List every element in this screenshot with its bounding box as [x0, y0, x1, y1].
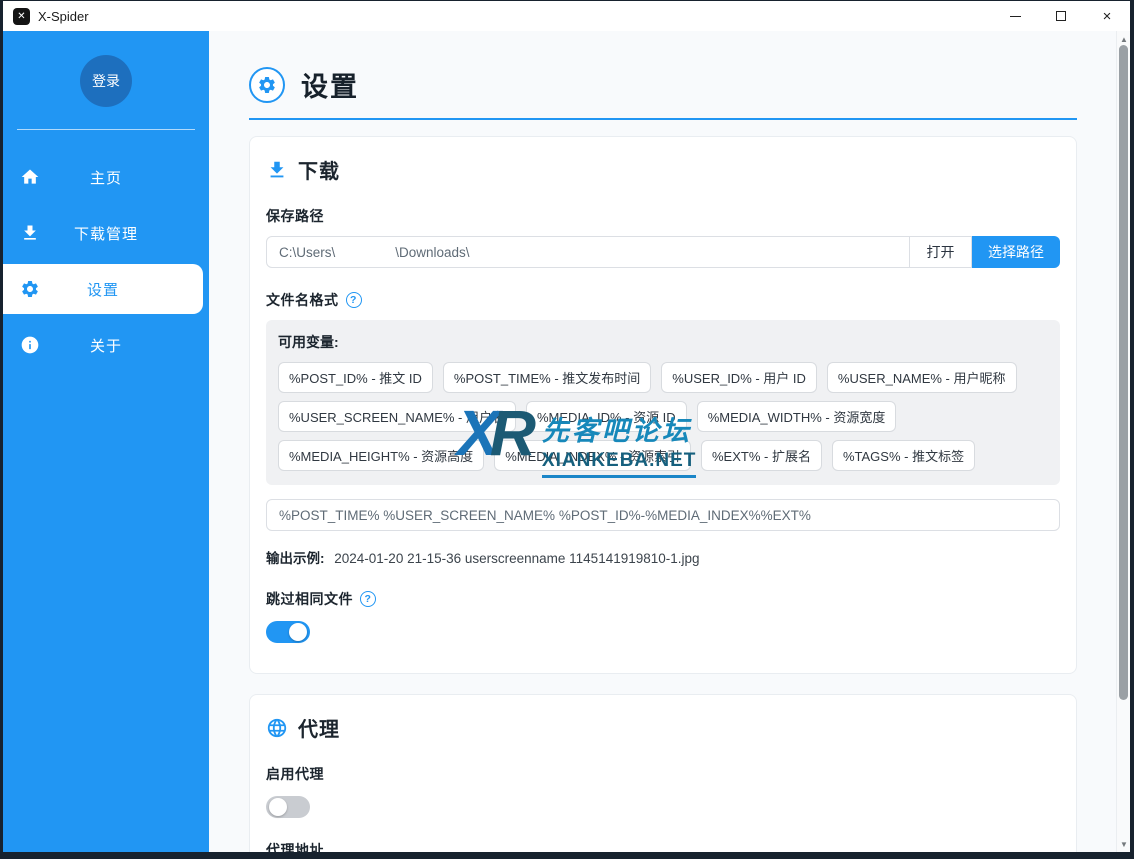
sidebar-item-about[interactable]: 关于 [3, 320, 209, 370]
window-controls: × [992, 1, 1130, 31]
login-label: 登录 [92, 73, 120, 89]
sidebar: 登录 主页 下载管理 设置 关于 [3, 31, 209, 852]
sidebar-divider [17, 129, 195, 130]
maximize-icon [1056, 11, 1066, 21]
app-window: ✕ X-Spider × 登录 主页 下载管理 设置 关于 设置 下载 保存路径… [3, 1, 1130, 852]
proxy-card: 代理 启用代理 代理地址 http://127.0.0.1:7890 [249, 694, 1077, 852]
info-icon [20, 335, 40, 355]
login-avatar[interactable]: 登录 [80, 55, 132, 107]
variable-chip[interactable]: %MEDIA_INDEX% - 资源索引 [494, 440, 691, 471]
filename-format-input[interactable]: %POST_TIME% %USER_SCREEN_NAME% %POST_ID%… [266, 499, 1060, 531]
page-title: 设置 [301, 72, 359, 102]
download-icon [20, 223, 40, 243]
close-button[interactable]: × [1084, 1, 1130, 31]
filename-format-label: 文件名格式 ? [266, 290, 1060, 310]
proxy-section-title: 代理 [266, 713, 1060, 742]
variable-chip[interactable]: %USER_NAME% - 用户昵称 [826, 362, 1017, 393]
page-header: 设置 [249, 65, 1077, 104]
close-icon: × [1102, 7, 1112, 25]
download-icon [270, 161, 284, 177]
sidebar-item-home[interactable]: 主页 [3, 152, 209, 202]
variables-panel: 可用变量: %POST_ID% - 推文 ID %POST_TIME% - 推文… [266, 320, 1060, 485]
minimize-button[interactable] [992, 1, 1038, 31]
variable-chip[interactable]: %POST_TIME% - 推文发布时间 [442, 362, 652, 393]
enable-proxy-label: 启用代理 [266, 766, 324, 782]
gear-icon [20, 279, 40, 299]
home-icon [20, 167, 40, 187]
variable-chip[interactable]: %USER_ID% - 用户 ID [661, 362, 817, 393]
help-icon[interactable]: ? [360, 591, 376, 607]
proxy-address-label: 代理地址 [266, 842, 324, 852]
variable-chip[interactable]: %MEDIA_WIDTH% - 资源宽度 [696, 401, 897, 432]
variables-label: 可用变量: [278, 334, 339, 350]
skip-same-label: 跳过相同文件 ? [266, 589, 1060, 609]
scroll-down-arrow-icon[interactable]: ▼ [1117, 837, 1131, 851]
variable-chip[interactable]: %POST_ID% - 推文 ID [278, 362, 433, 393]
window-title: X-Spider [38, 8, 89, 24]
skip-same-toggle[interactable] [266, 621, 310, 643]
header-divider [249, 118, 1077, 120]
output-example-value: 2024-01-20 21-15-36 userscreenname 11451… [334, 551, 700, 566]
variable-chip[interactable]: %TAGS% - 推文标签 [831, 440, 976, 471]
sidebar-nav: 主页 下载管理 设置 关于 [3, 152, 209, 370]
main-panel: 设置 下载 保存路径 C:\Users\ \Downloads\ 打开 选择路径… [209, 31, 1130, 852]
scroll-up-arrow-icon[interactable]: ▲ [1117, 32, 1131, 46]
minimize-icon [1009, 15, 1021, 17]
download-card: 下载 保存路径 C:\Users\ \Downloads\ 打开 选择路径 文件… [249, 136, 1077, 674]
sidebar-item-settings[interactable]: 设置 [3, 264, 203, 314]
sidebar-item-download-manager[interactable]: 下载管理 [3, 208, 209, 258]
output-example-label: 输出示例: [266, 551, 325, 566]
variable-chip[interactable]: %USER_SCREEN_NAME% - 用户名 [278, 401, 516, 432]
toggle-knob [269, 798, 287, 816]
scrollbar-thumb[interactable] [1119, 45, 1128, 700]
variable-chip[interactable]: %MEDIA_HEIGHT% - 资源高度 [278, 440, 485, 471]
save-path-label: 保存路径 [266, 208, 324, 224]
download-section-title: 下载 [266, 155, 1060, 184]
maximize-button[interactable] [1038, 1, 1084, 31]
title-bar: ✕ X-Spider × [3, 1, 1130, 31]
app-logo-icon: ✕ [13, 7, 30, 25]
toggle-knob [289, 623, 307, 641]
globe-icon [267, 718, 287, 737]
gear-circle-icon [249, 66, 285, 103]
variable-chip[interactable]: %MEDIA_ID% - 资源 ID [526, 401, 687, 432]
save-path-row: C:\Users\ \Downloads\ 打开 选择路径 [266, 236, 1060, 268]
open-path-button[interactable]: 打开 [910, 236, 972, 268]
choose-path-button[interactable]: 选择路径 [972, 236, 1060, 268]
output-example: 输出示例: 2024-01-20 21-15-36 userscreenname… [266, 547, 1060, 567]
save-path-input[interactable]: C:\Users\ \Downloads\ [266, 236, 910, 268]
variable-chips: %POST_ID% - 推文 ID %POST_TIME% - 推文发布时间 %… [278, 362, 1048, 471]
help-icon[interactable]: ? [345, 292, 362, 308]
enable-proxy-toggle[interactable] [266, 796, 310, 818]
vertical-scrollbar[interactable]: ▲ ▼ [1116, 31, 1130, 852]
variable-chip[interactable]: %EXT% - 扩展名 [701, 440, 822, 471]
